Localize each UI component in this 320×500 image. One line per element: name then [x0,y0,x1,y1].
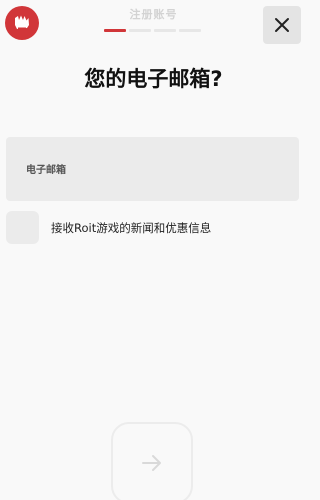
newsletter-option[interactable]: 接收Roit游戏的新闻和优惠信息 [6,211,211,244]
arrow-right-icon [142,455,161,471]
step-progress [104,29,201,32]
newsletter-label: 接收Roit游戏的新闻和优惠信息 [51,220,212,235]
step-title: 注册账号 [129,8,178,21]
email-field[interactable]: 电子邮箱 [6,137,299,201]
progress-step-3 [154,29,176,32]
email-field-label: 电子邮箱 [26,165,66,176]
close-icon [275,18,289,32]
page-title: 您的电子邮箱? [84,67,223,91]
close-button[interactable] [263,6,301,44]
signup-page: 注册账号 您的电子邮箱? 电子邮箱 接收Roit游戏的新闻和优惠信息 [0,0,307,500]
progress-step-1 [104,29,126,32]
progress-step-4 [179,29,201,32]
newsletter-checkbox[interactable] [6,211,39,244]
next-button[interactable] [111,422,193,500]
progress-step-2 [129,29,151,32]
